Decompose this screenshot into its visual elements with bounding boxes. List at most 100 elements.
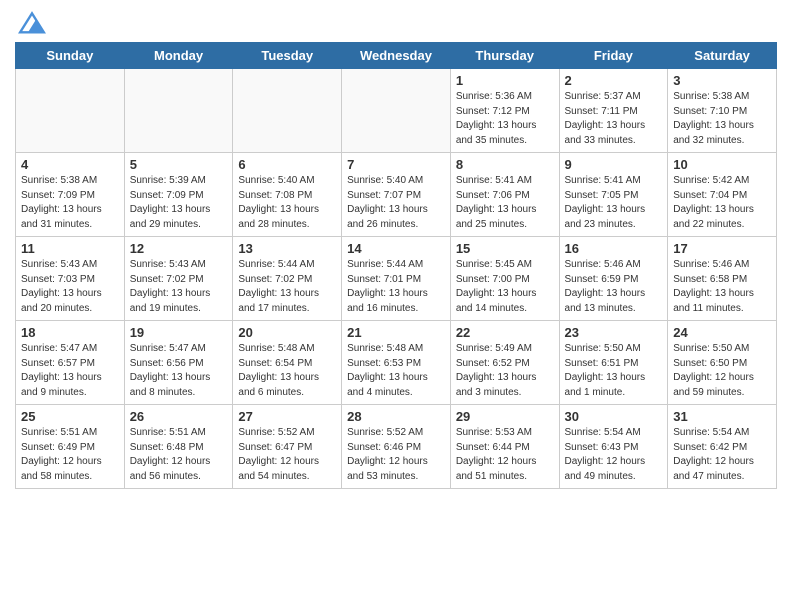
day-number: 6: [238, 157, 336, 172]
calendar-cell: 23 Sunrise: 5:50 AM Sunset: 6:51 PM Dayli…: [559, 321, 668, 405]
cell-info: Sunrise: 5:54 AM Sunset: 6:43 PM Dayligh…: [565, 426, 663, 484]
day-number: 8: [456, 157, 554, 172]
week-row-4: 18 Sunrise: 5:47 AM Sunset: 6:57 PM Dayli…: [16, 321, 777, 405]
calendar-cell: [124, 69, 233, 153]
calendar-table: SundayMondayTuesdayWednesdayThursdayFrid…: [15, 42, 777, 489]
weekday-tuesday: Tuesday: [233, 43, 342, 69]
calendar-cell: 9Sunrise: 5:41 AM Sunset: 7:05 PM Daylig…: [559, 153, 668, 237]
calendar-cell: 25 Sunrise: 5:51 AM Sunset: 6:49 PM Dayli…: [16, 405, 125, 489]
calendar-cell: 5Sunrise: 5:39 AM Sunset: 7:09 PM Daylig…: [124, 153, 233, 237]
day-number: 26: [130, 409, 228, 424]
day-number: 18: [21, 325, 119, 340]
calendar-cell: 3 Sunrise: 5:38 AM Sunset: 7:10 PM Daylig…: [668, 69, 777, 153]
cell-info: Sunrise: 5:43 AM Sunset: 7:02 PM Dayligh…: [130, 258, 228, 316]
logo-icon: [17, 10, 47, 34]
calendar-cell: 20 Sunrise: 5:48 AM Sunset: 6:54 PM Dayli…: [233, 321, 342, 405]
day-number: 23: [565, 325, 663, 340]
day-number: 16: [565, 241, 663, 256]
calendar-cell: 6 Sunrise: 5:40 AM Sunset: 7:08 PM Daylig…: [233, 153, 342, 237]
day-number: 2: [565, 73, 663, 88]
day-number: 1: [456, 73, 554, 88]
day-number: 31: [673, 409, 771, 424]
weekday-header-row: SundayMondayTuesdayWednesdayThursdayFrid…: [16, 43, 777, 69]
cell-info: Sunrise: 5:48 AM Sunset: 6:53 PM Dayligh…: [347, 342, 445, 400]
cell-info: Sunrise: 5:40 AM Sunset: 7:08 PM Dayligh…: [238, 174, 336, 232]
cell-info: Sunrise: 5:44 AM Sunset: 7:01 PM Dayligh…: [347, 258, 445, 316]
logo: [15, 10, 51, 34]
day-number: 30: [565, 409, 663, 424]
day-number: 20: [238, 325, 336, 340]
weekday-sunday: Sunday: [16, 43, 125, 69]
cell-info: Sunrise: 5:50 AM Sunset: 6:50 PM Dayligh…: [673, 342, 771, 400]
calendar-cell: 10Sunrise: 5:42 AM Sunset: 7:04 PM Dayli…: [668, 153, 777, 237]
calendar-cell: 28Sunrise: 5:52 AM Sunset: 6:46 PM Dayli…: [342, 405, 451, 489]
day-number: 24: [673, 325, 771, 340]
cell-info: Sunrise: 5:39 AM Sunset: 7:09 PM Dayligh…: [130, 174, 228, 232]
cell-info: Sunrise: 5:41 AM Sunset: 7:06 PM Dayligh…: [456, 174, 554, 232]
week-row-3: 11 Sunrise: 5:43 AM Sunset: 7:03 PM Dayli…: [16, 237, 777, 321]
day-number: 21: [347, 325, 445, 340]
calendar-cell: 31 Sunrise: 5:54 AM Sunset: 6:42 PM Dayli…: [668, 405, 777, 489]
day-number: 9: [565, 157, 663, 172]
cell-info: Sunrise: 5:46 AM Sunset: 6:59 PM Dayligh…: [565, 258, 663, 316]
calendar-cell: 11 Sunrise: 5:43 AM Sunset: 7:03 PM Dayli…: [16, 237, 125, 321]
weekday-monday: Monday: [124, 43, 233, 69]
calendar-cell: 29 Sunrise: 5:53 AM Sunset: 6:44 PM Dayli…: [450, 405, 559, 489]
calendar-cell: [233, 69, 342, 153]
cell-info: Sunrise: 5:49 AM Sunset: 6:52 PM Dayligh…: [456, 342, 554, 400]
day-number: 3: [673, 73, 771, 88]
cell-info: Sunrise: 5:44 AM Sunset: 7:02 PM Dayligh…: [238, 258, 336, 316]
cell-info: Sunrise: 5:43 AM Sunset: 7:03 PM Dayligh…: [21, 258, 119, 316]
calendar-cell: [16, 69, 125, 153]
cell-info: Sunrise: 5:47 AM Sunset: 6:57 PM Dayligh…: [21, 342, 119, 400]
day-number: 29: [456, 409, 554, 424]
cell-info: Sunrise: 5:47 AM Sunset: 6:56 PM Dayligh…: [130, 342, 228, 400]
day-number: 28: [347, 409, 445, 424]
calendar-cell: 8 Sunrise: 5:41 AM Sunset: 7:06 PM Daylig…: [450, 153, 559, 237]
calendar-cell: 4 Sunrise: 5:38 AM Sunset: 7:09 PM Daylig…: [16, 153, 125, 237]
calendar-cell: 14 Sunrise: 5:44 AM Sunset: 7:01 PM Dayli…: [342, 237, 451, 321]
calendar-cell: 15Sunrise: 5:45 AM Sunset: 7:00 PM Dayli…: [450, 237, 559, 321]
day-number: 7: [347, 157, 445, 172]
week-row-2: 4 Sunrise: 5:38 AM Sunset: 7:09 PM Daylig…: [16, 153, 777, 237]
cell-info: Sunrise: 5:38 AM Sunset: 7:09 PM Dayligh…: [21, 174, 119, 232]
calendar-cell: 22 Sunrise: 5:49 AM Sunset: 6:52 PM Dayli…: [450, 321, 559, 405]
cell-info: Sunrise: 5:51 AM Sunset: 6:48 PM Dayligh…: [130, 426, 228, 484]
day-number: 12: [130, 241, 228, 256]
calendar-cell: 30 Sunrise: 5:54 AM Sunset: 6:43 PM Dayli…: [559, 405, 668, 489]
weekday-saturday: Saturday: [668, 43, 777, 69]
calendar-cell: 26 Sunrise: 5:51 AM Sunset: 6:48 PM Dayli…: [124, 405, 233, 489]
calendar-cell: 18 Sunrise: 5:47 AM Sunset: 6:57 PM Dayli…: [16, 321, 125, 405]
calendar-cell: 12 Sunrise: 5:43 AM Sunset: 7:02 PM Dayli…: [124, 237, 233, 321]
calendar-cell: 17Sunrise: 5:46 AM Sunset: 6:58 PM Dayli…: [668, 237, 777, 321]
day-number: 11: [21, 241, 119, 256]
day-number: 14: [347, 241, 445, 256]
calendar-cell: 19Sunrise: 5:47 AM Sunset: 6:56 PM Dayli…: [124, 321, 233, 405]
calendar-cell: 1 Sunrise: 5:36 AM Sunset: 7:12 PM Daylig…: [450, 69, 559, 153]
cell-info: Sunrise: 5:51 AM Sunset: 6:49 PM Dayligh…: [21, 426, 119, 484]
cell-info: Sunrise: 5:53 AM Sunset: 6:44 PM Dayligh…: [456, 426, 554, 484]
cell-info: Sunrise: 5:54 AM Sunset: 6:42 PM Dayligh…: [673, 426, 771, 484]
cell-info: Sunrise: 5:45 AM Sunset: 7:00 PM Dayligh…: [456, 258, 554, 316]
page-header: [15, 10, 777, 34]
calendar-cell: 21 Sunrise: 5:48 AM Sunset: 6:53 PM Dayli…: [342, 321, 451, 405]
day-number: 22: [456, 325, 554, 340]
cell-info: Sunrise: 5:42 AM Sunset: 7:04 PM Dayligh…: [673, 174, 771, 232]
cell-info: Sunrise: 5:38 AM Sunset: 7:10 PM Dayligh…: [673, 90, 771, 148]
weekday-thursday: Thursday: [450, 43, 559, 69]
calendar-cell: 24 Sunrise: 5:50 AM Sunset: 6:50 PM Dayli…: [668, 321, 777, 405]
cell-info: Sunrise: 5:40 AM Sunset: 7:07 PM Dayligh…: [347, 174, 445, 232]
calendar-cell: 2Sunrise: 5:37 AM Sunset: 7:11 PM Daylig…: [559, 69, 668, 153]
weekday-friday: Friday: [559, 43, 668, 69]
day-number: 4: [21, 157, 119, 172]
week-row-5: 25 Sunrise: 5:51 AM Sunset: 6:49 PM Dayli…: [16, 405, 777, 489]
calendar-cell: 27Sunrise: 5:52 AM Sunset: 6:47 PM Dayli…: [233, 405, 342, 489]
calendar-cell: 7 Sunrise: 5:40 AM Sunset: 7:07 PM Daylig…: [342, 153, 451, 237]
cell-info: Sunrise: 5:46 AM Sunset: 6:58 PM Dayligh…: [673, 258, 771, 316]
cell-info: Sunrise: 5:48 AM Sunset: 6:54 PM Dayligh…: [238, 342, 336, 400]
cell-info: Sunrise: 5:50 AM Sunset: 6:51 PM Dayligh…: [565, 342, 663, 400]
day-number: 13: [238, 241, 336, 256]
day-number: 25: [21, 409, 119, 424]
weekday-wednesday: Wednesday: [342, 43, 451, 69]
cell-info: Sunrise: 5:36 AM Sunset: 7:12 PM Dayligh…: [456, 90, 554, 148]
